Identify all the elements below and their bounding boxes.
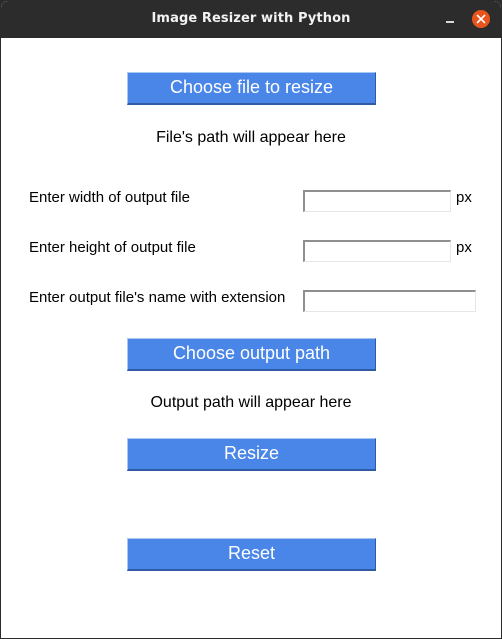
window-title: Image Resizer with Python (151, 11, 351, 26)
resize-button[interactable]: Resize (127, 438, 376, 471)
height-input[interactable] (303, 240, 451, 262)
file-path-label: File's path will appear here (156, 129, 346, 146)
width-label: Enter width of output file (29, 189, 190, 206)
close-icon[interactable] (472, 10, 490, 28)
filename-label: Enter output file's name with extension (29, 289, 286, 306)
width-unit-label: px (456, 189, 472, 206)
height-unit-label: px (456, 239, 472, 256)
width-input[interactable] (303, 190, 451, 212)
minimize-icon[interactable] (441, 11, 459, 29)
main-panel: Choose file to resize File's path will a… (1, 38, 501, 638)
height-label: Enter height of output file (29, 239, 196, 256)
output-path-label: Output path will appear here (150, 394, 352, 411)
filename-input[interactable] (303, 290, 476, 312)
choose-file-button[interactable]: Choose file to resize (127, 72, 376, 105)
app-window: Image Resizer with Python Choose file to… (0, 0, 502, 639)
reset-button[interactable]: Reset (127, 538, 376, 571)
title-bar[interactable]: Image Resizer with Python (1, 1, 501, 38)
choose-output-button[interactable]: Choose output path (127, 338, 376, 371)
